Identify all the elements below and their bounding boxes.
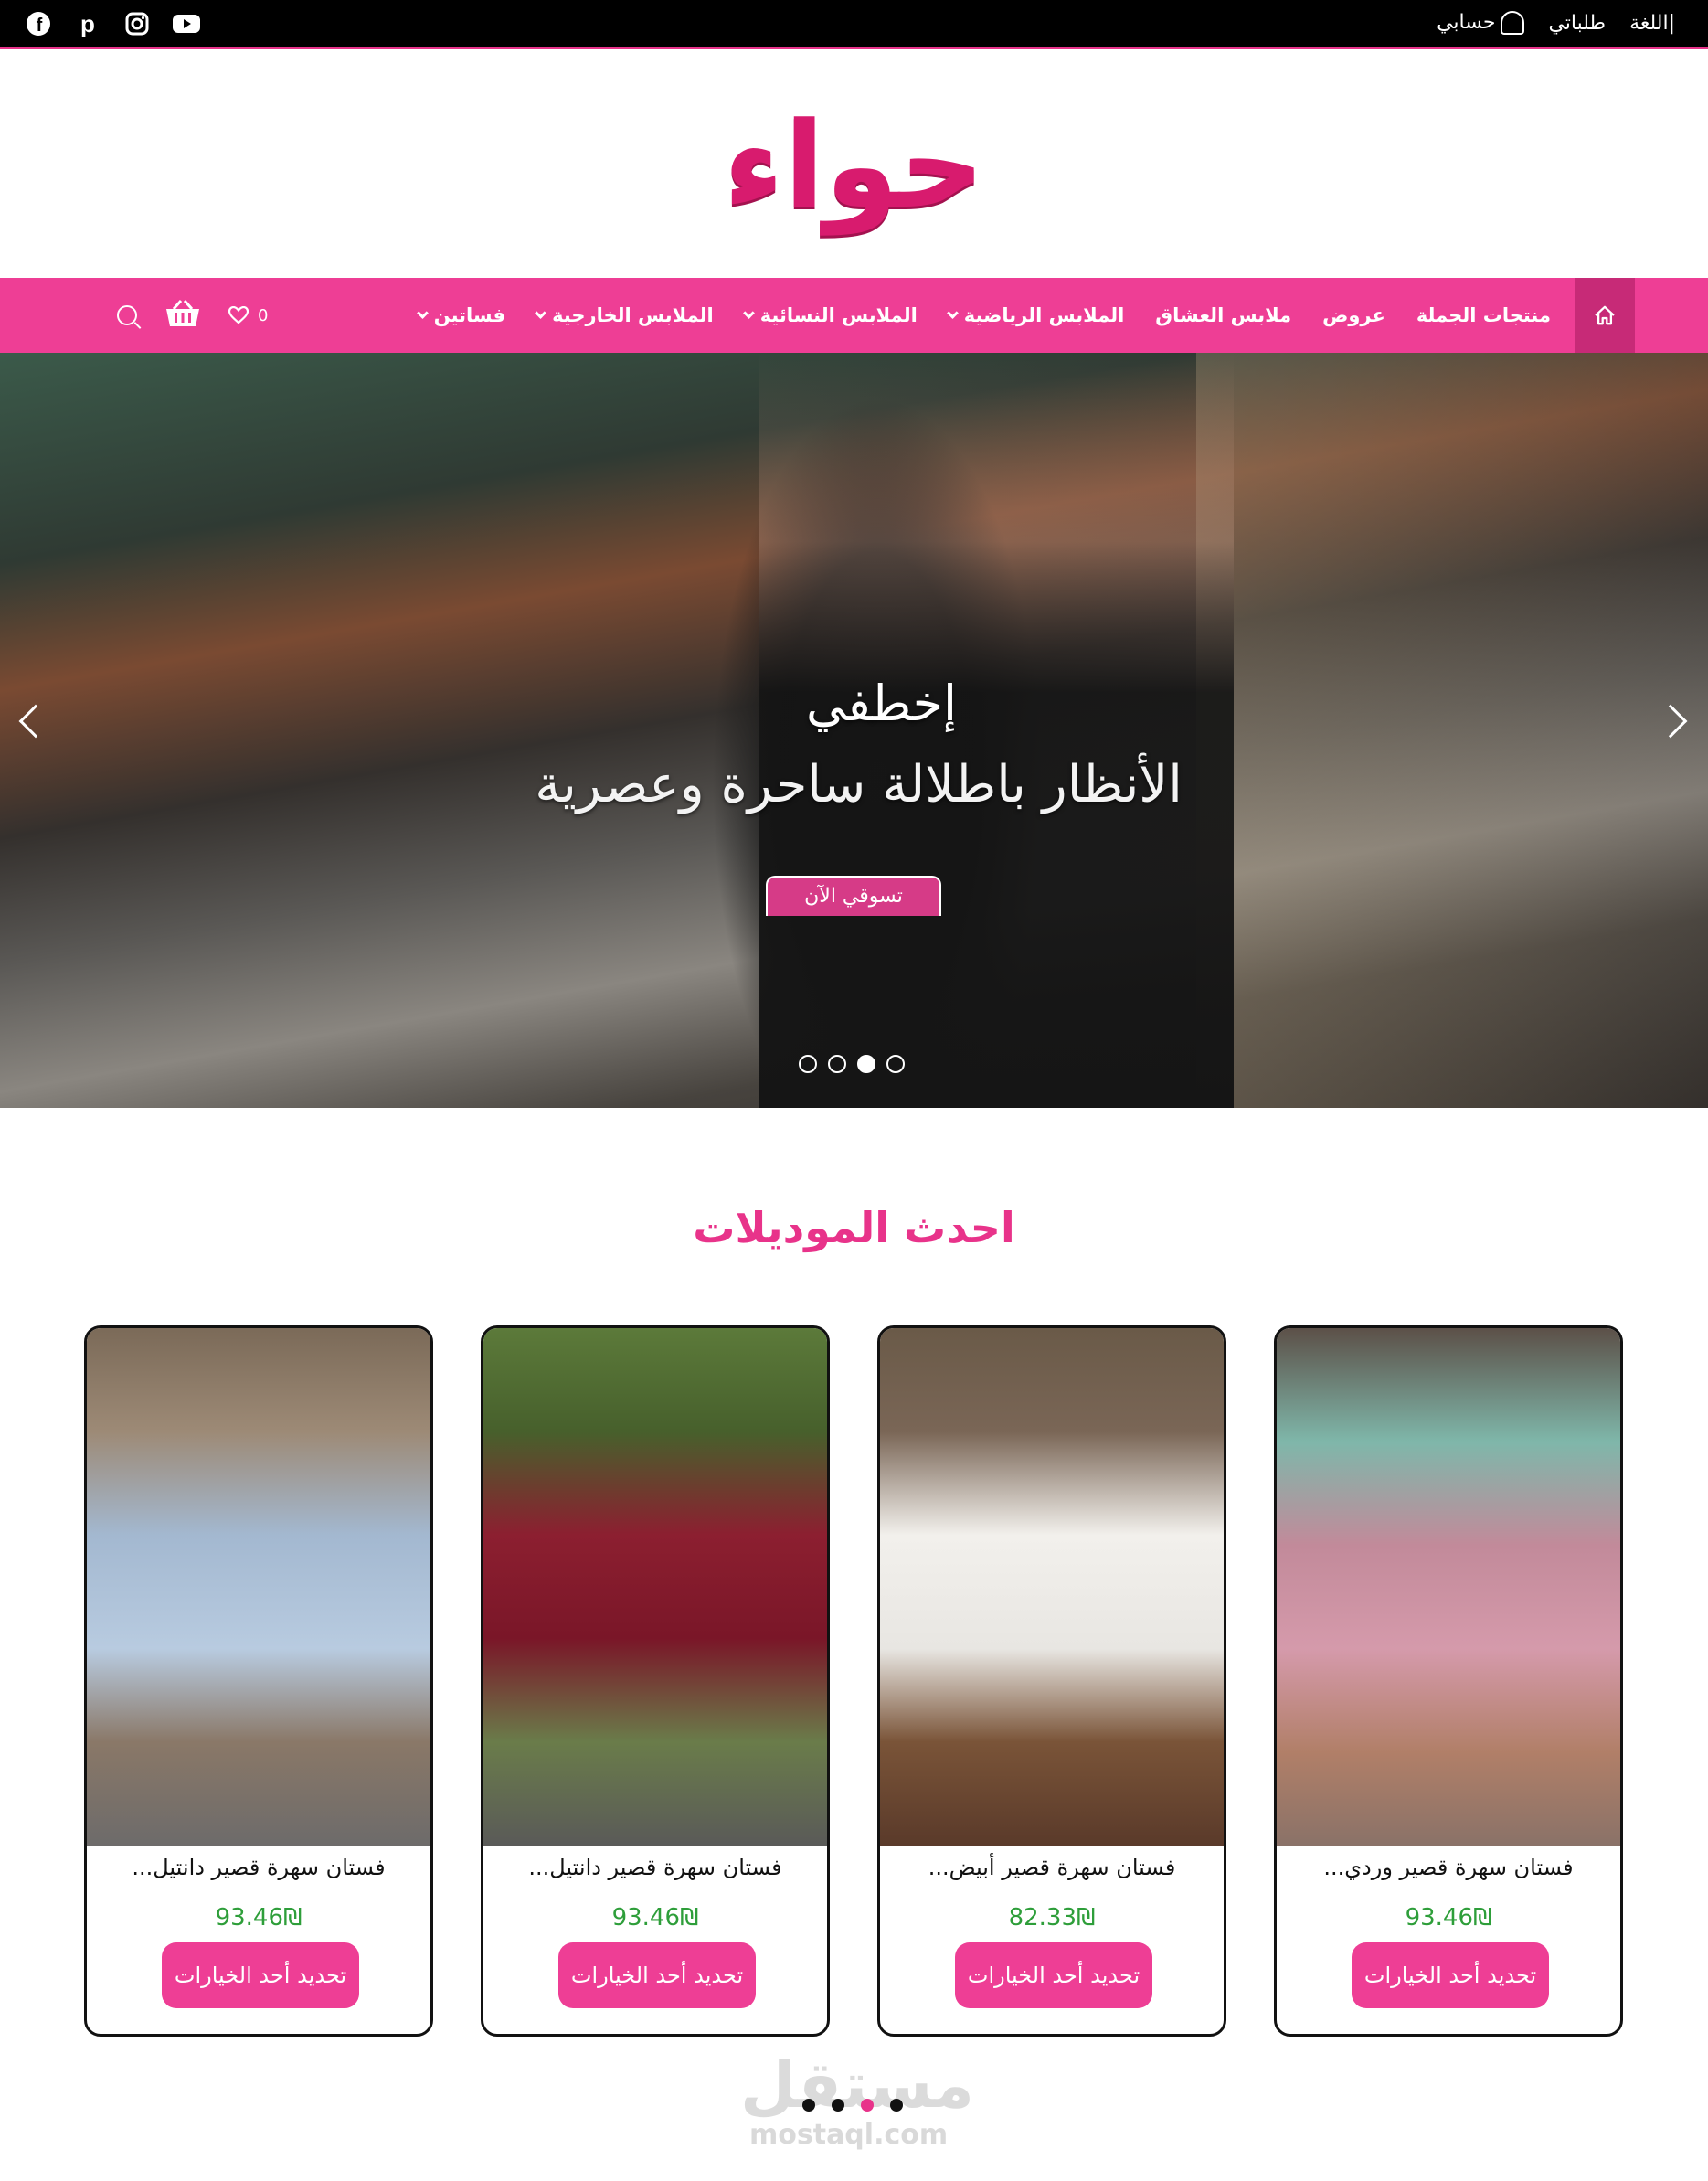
wishlist-count: 0 bbox=[258, 305, 269, 325]
nav-item-sportswear[interactable]: الملابس الرياضية bbox=[946, 304, 1124, 326]
product-price: 93.46₪ bbox=[611, 1904, 699, 1931]
watermark-url: mostaql.com bbox=[749, 2119, 949, 2151]
carousel-dot[interactable] bbox=[832, 2099, 844, 2112]
site-logo[interactable]: حواء bbox=[723, 96, 984, 235]
product-card[interactable]: فستان سهرة قصير وردي... 93.46₪ تحديد أحد… bbox=[1274, 1325, 1623, 2037]
slider-dot[interactable] bbox=[828, 1055, 846, 1073]
product-image[interactable] bbox=[87, 1328, 430, 1846]
social-links: f p bbox=[24, 9, 201, 38]
heart-icon bbox=[228, 306, 249, 324]
user-icon bbox=[1501, 11, 1525, 35]
product-card[interactable]: فستان سهرة قصير أبيض... 82.33₪ تحديد أحد… bbox=[877, 1325, 1226, 2037]
top-links: حسابي طلباتي |اللغة bbox=[1437, 11, 1675, 35]
main-nav: فساتين الملابس الخارجية الملابس النسائية… bbox=[0, 278, 1708, 353]
account-link[interactable]: حسابي bbox=[1437, 11, 1525, 35]
language-switch[interactable]: |اللغة bbox=[1629, 12, 1675, 35]
product-carousel-dots bbox=[802, 2099, 903, 2112]
basket-icon[interactable] bbox=[164, 298, 201, 333]
product-price: 93.46₪ bbox=[215, 1904, 302, 1931]
wishlist-button[interactable]: 0 bbox=[228, 306, 268, 325]
product-name[interactable]: فستان سهرة قصير دانتيل... bbox=[483, 1855, 827, 1880]
home-button[interactable] bbox=[1575, 278, 1635, 353]
chevron-down-icon bbox=[742, 306, 755, 319]
nav-item-womens[interactable]: الملابس النسائية bbox=[742, 304, 918, 326]
instagram-icon[interactable] bbox=[122, 9, 152, 38]
home-icon bbox=[1595, 305, 1615, 325]
select-options-button[interactable]: تحديد أحد الخيارات bbox=[955, 1942, 1152, 2008]
slider-dot[interactable] bbox=[799, 1055, 817, 1073]
product-price: 93.46₪ bbox=[1405, 1904, 1492, 1931]
nav-tools: 0 bbox=[117, 278, 268, 353]
chevron-down-icon bbox=[535, 306, 546, 319]
nav-item-outerwear[interactable]: الملابس الخارجية bbox=[535, 304, 714, 326]
product-name[interactable]: فستان سهرة قصير أبيض... bbox=[880, 1855, 1224, 1880]
svg-text:f: f bbox=[37, 16, 43, 36]
chevron-down-icon bbox=[416, 306, 429, 319]
nav-menu: فساتين الملابس الخارجية الملابس النسائية… bbox=[416, 278, 1551, 353]
nav-item-couples[interactable]: ملابس العشاق bbox=[1155, 304, 1291, 326]
hero-title-line1: إخطفي bbox=[805, 675, 957, 732]
nav-item-offers[interactable]: عروض bbox=[1322, 304, 1385, 326]
slider-dots bbox=[799, 1055, 905, 1073]
select-options-button[interactable]: تحديد أحد الخيارات bbox=[1352, 1942, 1549, 2008]
slider-dot[interactable] bbox=[886, 1055, 905, 1073]
shop-now-button[interactable]: تسوقي الآن bbox=[766, 876, 941, 916]
section-title: احدث الموديلات bbox=[693, 1203, 1015, 1252]
pinterest-icon[interactable]: p bbox=[73, 9, 102, 38]
product-name[interactable]: فستان سهرة قصير دانتيل... bbox=[87, 1855, 430, 1880]
product-card[interactable]: فستان سهرة قصير دانتيل... 93.46₪ تحديد أ… bbox=[84, 1325, 433, 2037]
product-image[interactable] bbox=[483, 1328, 827, 1846]
product-image[interactable] bbox=[880, 1328, 1224, 1846]
orders-link[interactable]: طلباتي bbox=[1548, 12, 1606, 35]
search-icon[interactable] bbox=[117, 305, 137, 325]
product-name[interactable]: فستان سهرة قصير وردي... bbox=[1277, 1855, 1620, 1880]
product-price: 82.33₪ bbox=[1008, 1904, 1096, 1931]
carousel-dot-active[interactable] bbox=[861, 2099, 874, 2112]
svg-text:p: p bbox=[80, 11, 95, 37]
product-image[interactable] bbox=[1277, 1328, 1620, 1846]
top-bar: f p حسابي طلباتي |اللغة bbox=[0, 0, 1708, 49]
product-card[interactable]: فستان سهرة قصير دانتيل... 93.46₪ تحديد أ… bbox=[481, 1325, 830, 2037]
facebook-icon[interactable]: f bbox=[24, 9, 53, 38]
carousel-dot[interactable] bbox=[802, 2099, 815, 2112]
carousel-dot[interactable] bbox=[890, 2099, 903, 2112]
nav-item-wholesale[interactable]: منتجات الجملة bbox=[1416, 304, 1551, 326]
select-options-button[interactable]: تحديد أحد الخيارات bbox=[558, 1942, 756, 2008]
select-options-button[interactable]: تحديد أحد الخيارات bbox=[162, 1942, 359, 2008]
youtube-icon[interactable] bbox=[172, 9, 201, 38]
nav-item-dresses[interactable]: فساتين bbox=[416, 304, 505, 326]
slider-dot-active[interactable] bbox=[857, 1055, 875, 1073]
chevron-down-icon bbox=[946, 306, 959, 319]
hero-title-line2: الأنظار باطلالة ساحرة وعصرية bbox=[535, 755, 1183, 814]
logo-area: حواء bbox=[0, 52, 1708, 278]
hero-slider: إخطفي الأنظار باطلالة ساحرة وعصرية تسوقي… bbox=[0, 353, 1708, 1108]
product-carousel: فستان سهرة قصير دانتيل... 93.46₪ تحديد أ… bbox=[84, 1325, 1628, 2038]
